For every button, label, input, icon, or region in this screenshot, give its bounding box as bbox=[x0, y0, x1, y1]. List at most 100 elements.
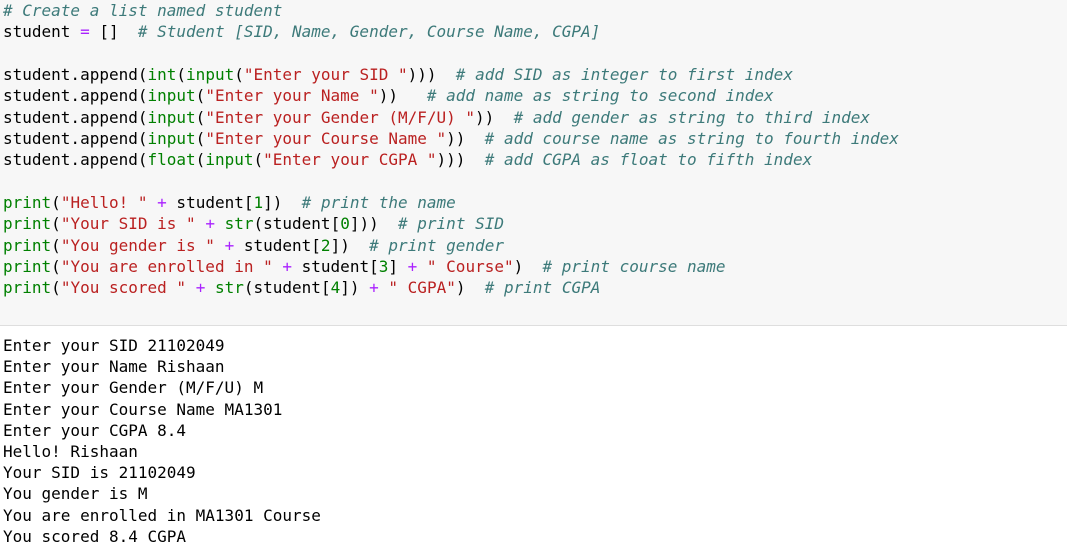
code-token: ( bbox=[51, 278, 61, 298]
code-token: input bbox=[147, 129, 196, 149]
code-token: ( bbox=[195, 107, 206, 127]
code-token: ( bbox=[51, 235, 61, 255]
code-token: student.append( bbox=[3, 65, 148, 85]
code-token: # print gender bbox=[369, 235, 504, 255]
code-line: print("Your SID is " + str(student[0])) … bbox=[3, 213, 899, 234]
code-token: # Student [SID, Name, Gender, Course Nam… bbox=[137, 22, 601, 42]
code-token: print bbox=[3, 235, 52, 255]
code-token: ])) bbox=[349, 214, 399, 234]
code-token: ) bbox=[455, 278, 485, 298]
code-token: int bbox=[147, 65, 177, 85]
code-editor[interactable]: # Create a list named student student = [… bbox=[3, 0, 899, 299]
code-token: # print SID bbox=[398, 214, 504, 234]
code-token: student[ bbox=[234, 235, 321, 255]
code-token: student.append( bbox=[3, 107, 148, 127]
code-line: # Create a list named student bbox=[3, 0, 899, 21]
code-token: ( bbox=[51, 257, 61, 277]
code-token: # print CGPA bbox=[484, 278, 601, 298]
code-token: ) bbox=[513, 257, 543, 277]
code-token: # print the name bbox=[301, 193, 456, 213]
code-token: ( bbox=[51, 193, 61, 213]
code-token: ( bbox=[195, 86, 206, 106]
code-token: "Enter your Gender (M/F/U) " bbox=[205, 107, 476, 127]
code-token: )) bbox=[378, 86, 427, 106]
output-line: Enter your Course Name MA1301 bbox=[3, 399, 283, 419]
code-token: "You gender is " bbox=[60, 235, 215, 255]
code-token: str bbox=[214, 278, 244, 298]
code-line: student.append(input("Enter your Name ")… bbox=[3, 85, 899, 106]
code-token: [] bbox=[89, 22, 138, 42]
code-token: float bbox=[147, 150, 196, 170]
code-token: student.append( bbox=[3, 86, 148, 106]
code-token: + bbox=[282, 257, 293, 277]
code-token: + bbox=[407, 257, 418, 277]
cell-output: Enter your SID 21102049 Enter your Name R… bbox=[3, 335, 321, 547]
code-token: ))) bbox=[436, 150, 485, 170]
code-token: + bbox=[205, 214, 215, 234]
output-line: Enter your CGPA 8.4 bbox=[3, 420, 187, 440]
code-token: (student[ bbox=[243, 278, 331, 298]
output-line: Your SID is 21102049 bbox=[3, 463, 196, 483]
code-token: student bbox=[3, 22, 81, 42]
code-token: "Enter your Name " bbox=[205, 86, 379, 106]
output-line: Enter your Name Rishaan bbox=[3, 357, 225, 377]
code-token: print bbox=[3, 214, 52, 234]
code-token: + bbox=[369, 278, 379, 298]
code-token: " Course" bbox=[426, 257, 514, 277]
output-line: You gender is M bbox=[3, 484, 148, 504]
code-token: print bbox=[3, 257, 52, 277]
code-token: + bbox=[157, 193, 167, 213]
code-token: (student[ bbox=[253, 214, 341, 234]
output-line: Hello! Rishaan bbox=[3, 442, 138, 462]
code-token: "Enter your CGPA " bbox=[263, 150, 437, 170]
code-token: 4 bbox=[330, 278, 341, 298]
code-token: "Enter your Course Name " bbox=[205, 129, 447, 149]
code-token: 3 bbox=[378, 257, 389, 277]
code-token: student.append( bbox=[3, 150, 148, 170]
code-token: # Create a list named student bbox=[3, 1, 283, 20]
code-token: ]) bbox=[263, 193, 302, 213]
code-token: ( bbox=[51, 214, 61, 234]
code-token: ( bbox=[176, 65, 187, 85]
code-line: print("You scored " + str(student[4]) + … bbox=[3, 277, 899, 298]
code-token: # add name as string to second index bbox=[426, 86, 774, 106]
code-token: "Your SID is " bbox=[60, 214, 196, 234]
code-token: ( bbox=[195, 129, 206, 149]
code-token: input bbox=[186, 65, 235, 85]
code-token: ))) bbox=[407, 65, 456, 85]
code-line: print("You gender is " + student[2]) # p… bbox=[3, 235, 899, 256]
code-token: ( bbox=[195, 150, 206, 170]
code-line: print("Hello! " + student[1]) # print th… bbox=[3, 192, 899, 213]
code-token: "You scored " bbox=[60, 278, 187, 298]
code-line: student.append(input("Enter your Course … bbox=[3, 128, 899, 149]
code-line: student = [] # Student [SID, Name, Gende… bbox=[3, 21, 899, 42]
output-line: Enter your SID 21102049 bbox=[3, 336, 225, 355]
code-token: "Hello! " bbox=[60, 193, 148, 213]
code-token: print bbox=[3, 193, 52, 213]
code-cell[interactable]: # Create a list named student student = [… bbox=[0, 0, 1067, 326]
code-token: = bbox=[80, 22, 90, 42]
code-token: + bbox=[224, 235, 235, 255]
code-token: "Enter your SID " bbox=[243, 65, 408, 85]
code-line: student.append(input("Enter your Gender … bbox=[3, 107, 899, 128]
code-token: ( bbox=[234, 65, 244, 85]
code-token: "You are enrolled in " bbox=[60, 257, 273, 277]
code-token: # add course name as string to fourth in… bbox=[484, 129, 899, 149]
output-line: You are enrolled in MA1301 Course bbox=[3, 505, 321, 525]
code-token: ]) bbox=[330, 235, 370, 255]
code-token: )) bbox=[446, 129, 485, 149]
code-token: # add CGPA as float to fifth index bbox=[484, 150, 813, 170]
code-token: # add gender as string to third index bbox=[513, 107, 870, 127]
code-line: print("You are enrolled in " + student[3… bbox=[3, 256, 899, 277]
code-token: 2 bbox=[320, 235, 331, 255]
code-token: # add SID as integer to first index bbox=[455, 65, 793, 85]
code-token: student.append( bbox=[3, 129, 148, 149]
